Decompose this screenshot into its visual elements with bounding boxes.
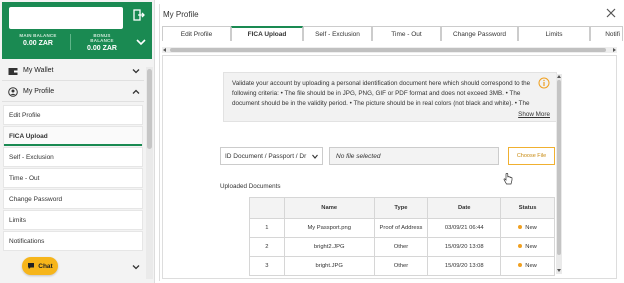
hand-cursor-icon bbox=[503, 173, 513, 185]
menu-my-profile[interactable]: My Profile bbox=[2, 82, 144, 102]
document-type: Other bbox=[373, 256, 429, 276]
table-row[interactable]: 2 bright2.JPG Other 15/09/20 13:08 New bbox=[249, 237, 555, 257]
scrollbar-thumb[interactable] bbox=[170, 48, 606, 52]
scrollbar-thumb[interactable] bbox=[147, 69, 152, 149]
document-type-value: ID Document / Passport / Dr bbox=[225, 152, 307, 160]
column-header-index bbox=[249, 197, 285, 219]
wallet-icon bbox=[8, 67, 18, 75]
account-card: MAIN BALANCE 0.00 ZAR BONUS BALANCE 0.00… bbox=[2, 2, 152, 59]
status-dot-icon bbox=[518, 244, 523, 249]
document-name: bright.JPG bbox=[283, 256, 375, 276]
document-date: 03/09/21 06:44 bbox=[427, 218, 502, 238]
scroll-left-icon[interactable] bbox=[163, 48, 166, 52]
username-field-redacted bbox=[9, 7, 123, 29]
sidebar-scrollbar[interactable] bbox=[146, 67, 153, 279]
column-header-status: Status bbox=[500, 197, 555, 219]
tabs-horizontal-scrollbar[interactable] bbox=[162, 47, 617, 53]
show-more-link[interactable]: Show More bbox=[518, 111, 550, 118]
sidebar-item-time-out[interactable]: Time - Out bbox=[3, 168, 143, 188]
sidebar-item-edit-profile[interactable]: Edit Profile bbox=[3, 105, 143, 125]
table-row[interactable]: 3 bright.JPG Other 15/09/20 13:08 New bbox=[249, 256, 555, 276]
scrollbar-thumb[interactable] bbox=[557, 80, 561, 255]
logout-icon[interactable] bbox=[133, 9, 145, 21]
chat-button-label: Chat bbox=[38, 262, 53, 270]
main-balance-label: MAIN BALANCE bbox=[19, 33, 57, 38]
document-date: 15/09/20 13:08 bbox=[427, 256, 502, 276]
upload-criteria-notice: Validate your account by uploading a per… bbox=[223, 72, 557, 122]
bonus-balance-label: BONUS BALANCE bbox=[90, 33, 114, 43]
chevron-down-icon bbox=[132, 265, 140, 270]
panel-vertical-scrollbar[interactable] bbox=[556, 74, 562, 274]
balance-divider bbox=[70, 34, 71, 50]
document-status: New bbox=[500, 256, 555, 276]
profile-modal: My Profile Edit Profile FICA Upload Self… bbox=[159, 4, 623, 281]
sidebar-item-fica-upload[interactable]: FICA Upload bbox=[3, 126, 143, 146]
user-icon bbox=[8, 86, 18, 97]
status-dot-icon bbox=[518, 225, 523, 230]
status-text: New bbox=[525, 225, 537, 231]
document-type: Proof of Address bbox=[373, 218, 429, 238]
scroll-down-icon[interactable] bbox=[557, 269, 561, 272]
document-name: My Passport.png bbox=[283, 218, 375, 238]
status-text: New bbox=[525, 244, 537, 250]
sidebar-item-notifications[interactable]: Notifications bbox=[3, 231, 143, 251]
document-type-select[interactable]: ID Document / Passport / Dr bbox=[220, 147, 323, 165]
table-row[interactable]: 1 My Passport.png Proof of Address 03/09… bbox=[249, 218, 555, 238]
chat-bubble-icon bbox=[28, 263, 35, 269]
info-icon bbox=[538, 77, 550, 89]
table-header-row: Name Type Date Status bbox=[249, 197, 555, 219]
row-index: 2 bbox=[249, 237, 285, 257]
tab-self-exclusion[interactable]: Self - Exclusion bbox=[303, 26, 372, 41]
status-text: New bbox=[525, 263, 537, 269]
tab-limits[interactable]: Limits bbox=[518, 26, 590, 41]
tab-time-out[interactable]: Time - Out bbox=[372, 26, 441, 41]
main-balance: MAIN BALANCE 0.00 ZAR bbox=[18, 33, 58, 47]
document-date: 15/09/20 13:08 bbox=[427, 237, 502, 257]
sidebar: MAIN BALANCE 0.00 ZAR BONUS BALANCE 0.00… bbox=[0, 0, 155, 283]
choose-file-button[interactable]: Choose File bbox=[508, 147, 555, 165]
main-balance-value: 0.00 ZAR bbox=[23, 40, 53, 47]
status-dot-icon bbox=[518, 263, 523, 268]
menu-my-wallet-label: My Wallet bbox=[23, 67, 54, 74]
row-index: 3 bbox=[249, 256, 285, 276]
uploaded-documents-heading: Uploaded Documents bbox=[220, 183, 281, 190]
document-name: bright2.JPG bbox=[283, 237, 375, 257]
document-type: Other bbox=[373, 237, 429, 257]
column-header-date: Date bbox=[427, 197, 502, 219]
menu-my-wallet[interactable]: My Wallet bbox=[2, 61, 144, 81]
file-name-field[interactable]: No file selected bbox=[329, 147, 499, 165]
tab-change-password[interactable]: Change Password bbox=[441, 26, 518, 41]
tab-edit-profile[interactable]: Edit Profile bbox=[162, 26, 231, 41]
document-status: New bbox=[500, 218, 555, 238]
chevron-down-icon bbox=[132, 69, 140, 74]
chat-button[interactable]: Chat bbox=[22, 257, 58, 275]
menu-my-profile-label: My Profile bbox=[23, 88, 55, 95]
tab-fica-upload[interactable]: FICA Upload bbox=[231, 26, 303, 41]
modal-title: My Profile bbox=[163, 10, 199, 19]
sidebar-item-self-exclusion[interactable]: Self - Exclusion bbox=[3, 147, 143, 167]
bonus-balance: BONUS BALANCE 0.00 ZAR bbox=[82, 33, 122, 52]
uploaded-documents-table: Name Type Date Status 1 My Passport.png … bbox=[249, 197, 555, 276]
chevron-up-icon bbox=[132, 89, 140, 94]
bonus-balance-value: 0.00 ZAR bbox=[87, 45, 117, 52]
chevron-down-icon bbox=[312, 154, 318, 159]
fica-upload-panel: Validate your account by uploading a per… bbox=[162, 55, 617, 279]
scroll-up-icon[interactable] bbox=[557, 75, 561, 78]
criteria-text: Validate your account by uploading a per… bbox=[232, 80, 531, 107]
close-icon[interactable] bbox=[606, 8, 616, 18]
document-status: New bbox=[500, 237, 555, 257]
sidebar-item-change-password[interactable]: Change Password bbox=[3, 189, 143, 209]
chevron-down-icon[interactable] bbox=[136, 38, 146, 46]
sidebar-item-limits[interactable]: Limits bbox=[3, 210, 143, 230]
row-index: 1 bbox=[249, 218, 285, 238]
column-header-type: Type bbox=[373, 197, 429, 219]
scroll-right-icon[interactable] bbox=[613, 48, 616, 52]
profile-tabs: Edit Profile FICA Upload Self - Exclusio… bbox=[162, 26, 623, 41]
column-header-name: Name bbox=[283, 197, 375, 219]
tab-notifications[interactable]: Notifi bbox=[590, 26, 623, 41]
